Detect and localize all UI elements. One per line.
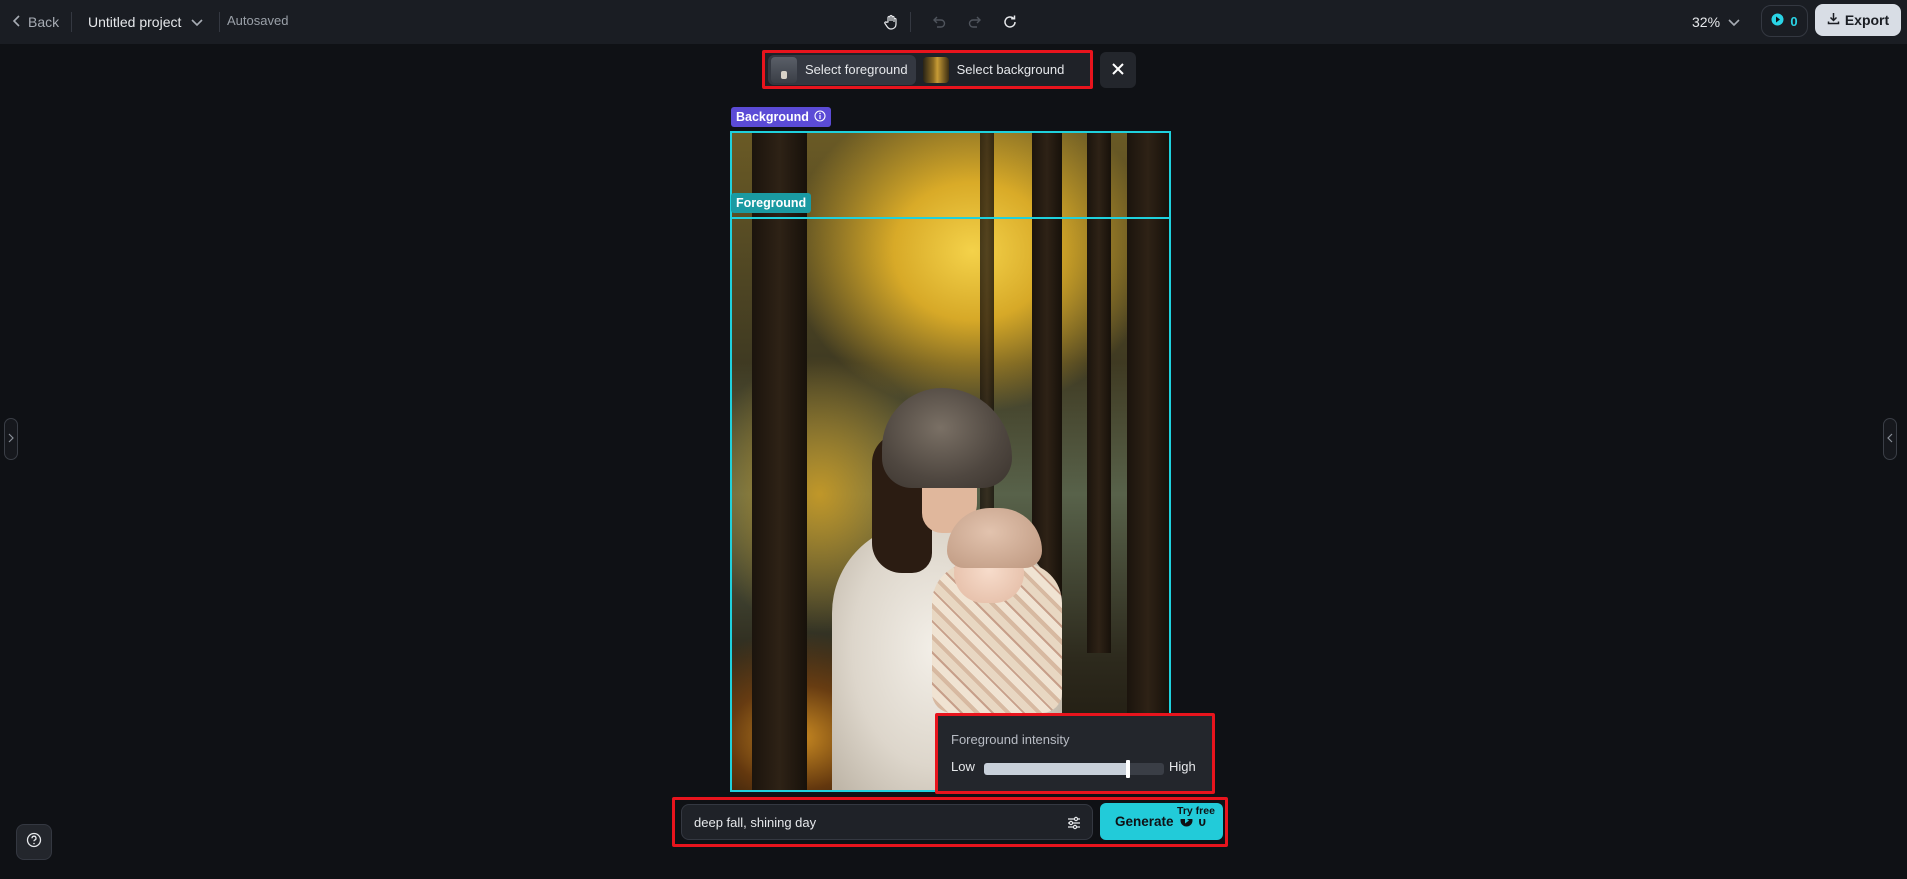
foreground-tag-label: Foreground bbox=[736, 196, 807, 210]
chevron-left-icon bbox=[1887, 433, 1893, 446]
foreground-thumbnail bbox=[771, 56, 797, 83]
left-panel-toggle[interactable] bbox=[4, 418, 18, 460]
back-button[interactable]: Back bbox=[12, 11, 59, 33]
foreground-boundary bbox=[732, 217, 1169, 219]
background-thumbnail bbox=[922, 56, 949, 83]
close-icon bbox=[1111, 59, 1125, 82]
export-button[interactable]: Export bbox=[1815, 4, 1901, 36]
redo-icon[interactable] bbox=[963, 10, 987, 34]
divider bbox=[910, 12, 911, 32]
tree-trunk bbox=[1087, 133, 1111, 653]
right-panel-toggle[interactable] bbox=[1883, 418, 1897, 460]
zoom-dropdown[interactable]: 32% bbox=[1692, 11, 1740, 33]
hand-tool-icon[interactable] bbox=[879, 10, 903, 34]
intensity-slider-handle[interactable] bbox=[1126, 760, 1130, 778]
intensity-slider[interactable] bbox=[984, 763, 1164, 775]
chevron-right-icon bbox=[8, 433, 14, 446]
prompt-text: deep fall, shining day bbox=[694, 814, 817, 830]
foreground-layer-tag[interactable]: Foreground bbox=[731, 193, 812, 213]
prompt-bar: deep fall, shining day Generate 0 Try fr… bbox=[672, 797, 1228, 847]
generate-label: Generate bbox=[1115, 814, 1174, 829]
help-icon bbox=[26, 832, 42, 853]
select-foreground-label: Select foreground bbox=[805, 62, 908, 77]
background-tag-label: Background bbox=[736, 110, 809, 124]
close-button[interactable] bbox=[1100, 52, 1136, 88]
tree-trunk bbox=[1127, 133, 1169, 790]
chevron-left-icon bbox=[12, 14, 22, 30]
sliders-icon[interactable] bbox=[1066, 815, 1082, 831]
project-title: Untitled project bbox=[88, 14, 182, 30]
top-bar: Back Untitled project Autosaved 32% 0 Ex… bbox=[0, 0, 1907, 44]
intensity-slider-fill bbox=[984, 763, 1128, 775]
background-layer-tag[interactable]: Background bbox=[731, 107, 831, 127]
select-background-label: Select background bbox=[956, 62, 1065, 77]
back-label: Back bbox=[28, 14, 60, 30]
help-button[interactable] bbox=[16, 824, 52, 860]
zoom-level: 32% bbox=[1692, 14, 1721, 30]
credits-button[interactable]: 0 bbox=[1761, 5, 1808, 37]
autosave-status: Autosaved bbox=[227, 13, 289, 28]
intensity-title: Foreground intensity bbox=[951, 732, 1070, 747]
export-label: Export bbox=[1844, 12, 1890, 28]
download-icon bbox=[1827, 12, 1840, 28]
intensity-low-label: Low bbox=[951, 759, 975, 774]
chevron-down-icon bbox=[191, 14, 203, 30]
image-canvas[interactable] bbox=[730, 131, 1171, 792]
credits-count: 0 bbox=[1790, 13, 1798, 29]
credit-coin-icon bbox=[1771, 13, 1784, 29]
divider bbox=[71, 12, 72, 32]
prompt-input[interactable]: deep fall, shining day bbox=[681, 804, 1093, 840]
try-free-badge: Try free bbox=[1174, 803, 1218, 819]
foreground-intensity-panel: Foreground intensity Low High bbox=[935, 713, 1215, 794]
tree-trunk bbox=[752, 133, 807, 790]
refresh-icon[interactable] bbox=[998, 10, 1022, 34]
info-icon[interactable] bbox=[814, 109, 826, 125]
select-toolbar: Select foreground Select background bbox=[762, 50, 1093, 89]
select-foreground-button[interactable]: Select foreground bbox=[768, 54, 916, 85]
chevron-down-icon bbox=[1728, 14, 1740, 30]
project-title-dropdown[interactable]: Untitled project bbox=[88, 11, 203, 33]
select-background-button[interactable]: Select background bbox=[920, 55, 1073, 85]
intensity-high-label: High bbox=[1169, 759, 1196, 774]
undo-icon[interactable] bbox=[927, 10, 951, 34]
divider bbox=[219, 12, 220, 32]
